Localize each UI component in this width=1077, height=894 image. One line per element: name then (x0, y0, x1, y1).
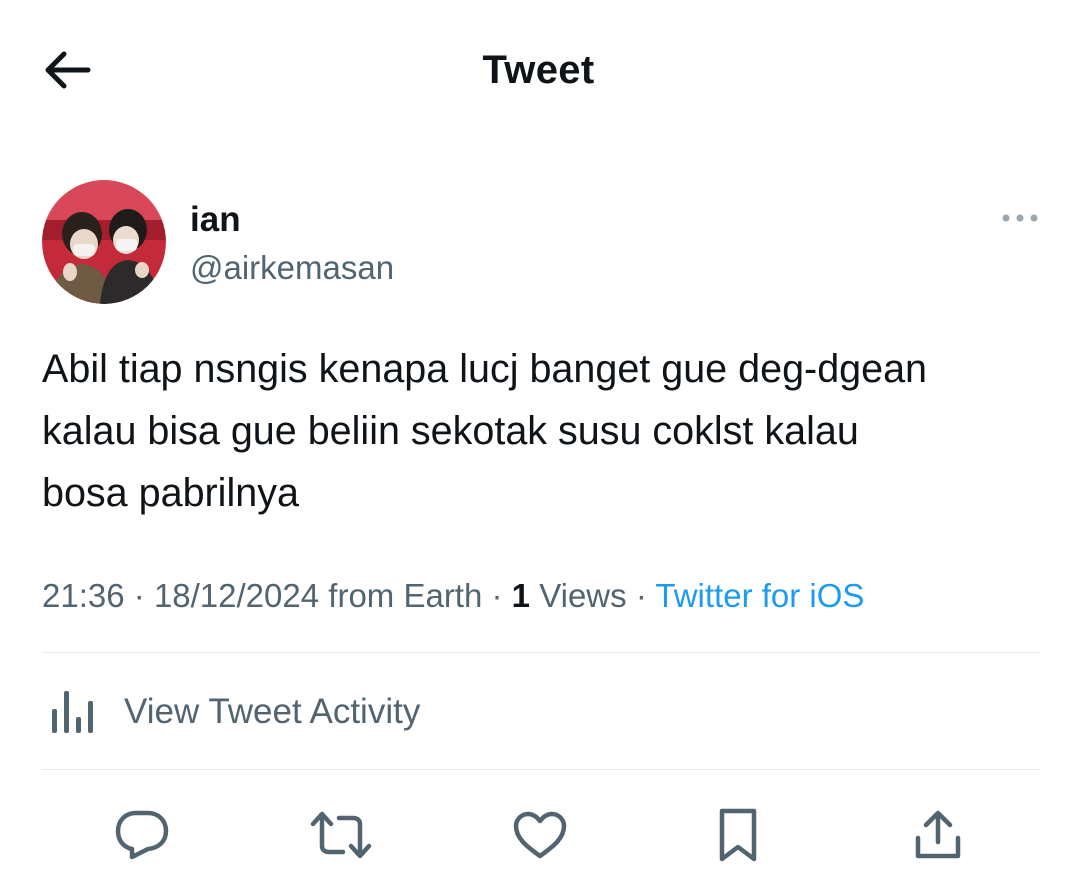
tweet-text: Abil tiap nsngis kenapa lucj banget gue … (42, 347, 928, 515)
retweet-button[interactable] (306, 800, 376, 870)
top-bar: Tweet (0, 0, 1077, 140)
avatar[interactable] (42, 180, 166, 304)
retweet-icon (310, 811, 372, 859)
meta-separator: · (635, 577, 647, 614)
bar-chart-icon (50, 689, 102, 735)
divider (42, 652, 1039, 653)
meta-separator: · (491, 577, 503, 614)
tweet-time[interactable]: 21:36 (42, 577, 125, 614)
reply-icon (115, 810, 169, 860)
meta-separator: · (133, 577, 145, 614)
tweet-meta: 21:36 · 18/12/2024 from Earth · 1 Views … (42, 572, 864, 620)
author-name[interactable]: ian (190, 198, 241, 242)
share-button[interactable] (903, 800, 973, 870)
tweet-date[interactable]: 18/12/2024 (154, 577, 319, 614)
tweet-source-link[interactable]: Twitter for iOS (655, 577, 864, 614)
tweet-location: from Earth (328, 577, 483, 614)
reply-button[interactable] (107, 800, 177, 870)
more-options-button[interactable] (998, 204, 1042, 232)
tweet-author: ian @airkemasan (42, 180, 1042, 306)
page-title: Tweet (482, 48, 595, 92)
tweet-actions (42, 800, 1039, 870)
share-icon (915, 810, 961, 859)
heart-icon (513, 811, 567, 859)
like-button[interactable] (505, 800, 575, 870)
divider (42, 769, 1039, 770)
bookmark-button[interactable] (703, 800, 773, 870)
view-tweet-activity-button[interactable]: View Tweet Activity (42, 684, 420, 740)
views-label: Views (539, 577, 627, 614)
bookmark-icon (719, 808, 757, 862)
views-count: 1 (511, 577, 531, 614)
author-handle[interactable]: @airkemasan (190, 246, 394, 290)
more-horizontal-icon (1002, 214, 1038, 222)
avatar-photo (42, 180, 166, 304)
activity-label: View Tweet Activity (124, 692, 421, 731)
tweet-detail-page: Tweet ian @airkemasan Abil tiap nsngis k… (0, 0, 1077, 894)
